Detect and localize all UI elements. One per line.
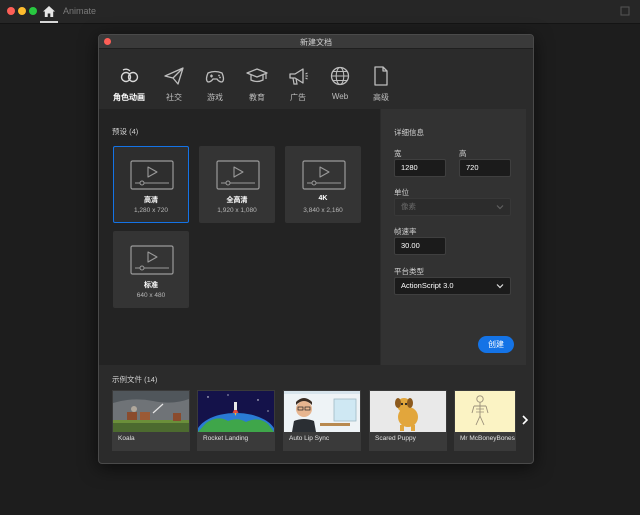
- preset-size: 1,280 x 720: [134, 207, 168, 214]
- sample-mr-mcboneybones[interactable]: Mr McBoneyBones: [454, 390, 516, 451]
- tab-label: Web: [331, 92, 349, 101]
- preset-name: 高清: [144, 197, 158, 204]
- sample-auto-lip-sync[interactable]: Auto Lip Sync: [283, 390, 361, 451]
- units-select: 像素: [394, 198, 511, 216]
- preset-size: 3,840 x 2,160: [303, 207, 343, 214]
- preset-4k[interactable]: 4K 3,840 x 2,160: [285, 146, 361, 223]
- tab-character-animation[interactable]: 角色动画: [108, 49, 150, 109]
- sample-caption: Koala: [118, 435, 135, 442]
- chevron-right-icon[interactable]: [519, 413, 531, 427]
- tab-advanced[interactable]: 高级: [360, 49, 402, 109]
- tab-social[interactable]: 社交: [153, 49, 195, 109]
- video-preset-icon: [130, 245, 174, 275]
- globe-icon: [330, 66, 350, 86]
- paper-plane-icon: [164, 67, 184, 85]
- preset-hd[interactable]: 高清 1,280 x 720: [113, 146, 189, 223]
- document-icon: [374, 66, 388, 86]
- preset-name: 全高清: [226, 197, 248, 204]
- app-title: Animate: [63, 6, 97, 16]
- dialog-title-bar: 新建文档: [99, 35, 533, 49]
- preset-full-hd[interactable]: 全高清 1,920 x 1,080: [199, 146, 275, 223]
- fps-label: 帧速率: [394, 227, 417, 236]
- character-animation-icon: [120, 68, 139, 83]
- sample-caption: Auto Lip Sync: [289, 435, 330, 442]
- preset-name: 4K: [318, 195, 328, 202]
- tab-education[interactable]: 教育: [236, 49, 278, 109]
- tab-label: 游戏: [207, 93, 223, 102]
- tab-label: 社交: [166, 93, 182, 102]
- height-input[interactable]: 720: [459, 159, 511, 177]
- sample-koala[interactable]: Koala: [112, 390, 190, 451]
- preset-size: 1,920 x 1,080: [217, 207, 257, 214]
- details-heading: 详细信息: [394, 128, 424, 137]
- tab-label: 教育: [249, 93, 265, 102]
- gamepad-icon: [205, 70, 225, 83]
- video-preset-icon: [130, 160, 174, 190]
- new-document-dialog: 新建文档 角色动画 社交 游戏 教育 广告 Web 高级 预设 (4) 高清 1…: [98, 34, 534, 464]
- create-button[interactable]: 创建: [478, 336, 514, 353]
- auto-lip-sync-thumbnail: [284, 391, 360, 432]
- sample-scared-puppy[interactable]: Scared Puppy: [369, 390, 447, 451]
- scared-puppy-thumbnail: [370, 391, 446, 432]
- tab-label: 角色动画: [113, 93, 145, 102]
- width-label: 宽: [394, 149, 402, 158]
- mr-mcboneybones-thumbnail: [455, 391, 515, 432]
- dialog-title: 新建文档: [300, 38, 332, 47]
- sample-caption: Mr McBoneyBones: [460, 435, 515, 442]
- presets-panel: 预设 (4) 高清 1,280 x 720 全高清 1,920 x 1,080: [99, 109, 380, 365]
- window-zoom-button[interactable]: [29, 7, 37, 15]
- platform-label: 平台类型: [394, 267, 424, 276]
- megaphone-icon: [289, 68, 308, 85]
- home-tab-indicator: [40, 21, 58, 23]
- fps-input[interactable]: 30.00: [394, 237, 446, 255]
- presets-heading: 预设 (4): [112, 127, 139, 136]
- units-label: 单位: [394, 188, 409, 197]
- category-tabs: 角色动画 社交 游戏 教育 广告 Web 高级: [99, 49, 533, 121]
- tab-advertising[interactable]: 广告: [277, 49, 319, 109]
- preset-standard[interactable]: 标准 640 x 480: [113, 231, 189, 308]
- video-preset-icon: [302, 160, 346, 190]
- sample-caption: Scared Puppy: [375, 435, 416, 442]
- units-value: 像素: [401, 202, 416, 211]
- koala-thumbnail: [113, 391, 189, 432]
- sample-rocket-landing[interactable]: Rocket Landing: [197, 390, 275, 451]
- tab-label: 广告: [290, 93, 306, 102]
- window-minimize-button[interactable]: [18, 7, 26, 15]
- preset-size: 640 x 480: [136, 292, 166, 299]
- platform-select[interactable]: ActionScript 3.0: [394, 277, 511, 295]
- chevron-down-icon: [496, 284, 504, 289]
- preset-name: 标准: [144, 282, 158, 289]
- workspace-icon[interactable]: [620, 6, 630, 16]
- tab-label: 高级: [373, 93, 389, 102]
- window-close-button[interactable]: [7, 7, 15, 15]
- width-input[interactable]: 1280: [394, 159, 446, 177]
- rocket-landing-thumbnail: [198, 391, 274, 432]
- tab-games[interactable]: 游戏: [194, 49, 236, 109]
- samples-heading: 示例文件 (14): [112, 375, 158, 384]
- app-title-bar: Animate: [0, 0, 640, 24]
- sample-caption: Rocket Landing: [203, 435, 249, 442]
- tab-web[interactable]: Web: [319, 49, 361, 109]
- height-label: 高: [459, 149, 467, 158]
- platform-value: ActionScript 3.0: [401, 281, 454, 290]
- home-icon[interactable]: [42, 5, 56, 18]
- chevron-down-icon: [496, 205, 504, 210]
- graduation-cap-icon: [246, 68, 268, 83]
- details-panel: 详细信息 宽 1280 高 720 单位 像素 帧速率 30.00 平台类型 A…: [381, 109, 526, 365]
- video-preset-icon: [216, 160, 260, 190]
